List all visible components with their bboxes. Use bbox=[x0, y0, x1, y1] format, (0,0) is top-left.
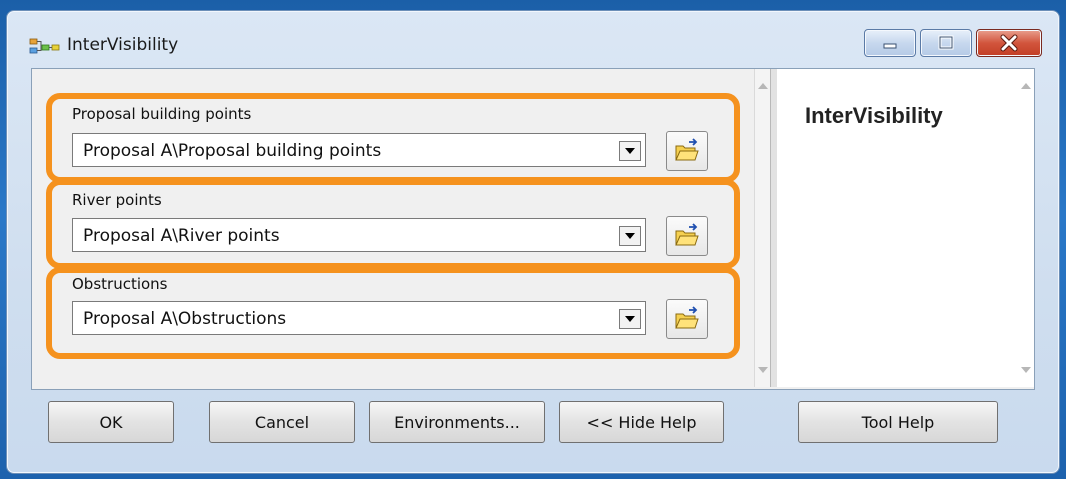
close-button[interactable] bbox=[976, 29, 1042, 57]
minimize-button[interactable] bbox=[864, 29, 916, 57]
river-points-browse-button[interactable] bbox=[666, 216, 708, 256]
cancel-button[interactable]: Cancel bbox=[209, 401, 355, 443]
scroll-down-icon[interactable] bbox=[758, 367, 768, 373]
help-scrollbar[interactable] bbox=[1018, 69, 1034, 387]
obstructions-browse-button[interactable] bbox=[666, 299, 708, 339]
chevron-down-icon bbox=[625, 233, 635, 239]
help-pane: InterVisibility bbox=[777, 69, 1034, 387]
scroll-up-icon[interactable] bbox=[758, 83, 768, 89]
minimize-icon bbox=[883, 43, 897, 49]
dialog-window: InterVisibility Proposal building points… bbox=[6, 10, 1060, 474]
title-bar[interactable]: InterVisibility bbox=[7, 11, 1059, 67]
obstructions-dropdown[interactable]: Proposal A\Obstructions bbox=[72, 301, 646, 335]
building-points-browse-button[interactable] bbox=[666, 131, 708, 171]
param-label-building-points: Proposal building points bbox=[72, 105, 252, 123]
chevron-down-icon bbox=[625, 316, 635, 322]
close-icon bbox=[1000, 34, 1018, 52]
obstructions-dropdown-button[interactable] bbox=[619, 309, 641, 329]
maximize-icon bbox=[938, 35, 954, 50]
open-folder-icon bbox=[675, 306, 699, 329]
building-points-value: Proposal A\Proposal building points bbox=[83, 141, 382, 161]
tool-help-button[interactable]: Tool Help bbox=[798, 401, 998, 443]
scroll-up-icon[interactable] bbox=[1021, 83, 1031, 89]
open-folder-icon bbox=[675, 223, 699, 246]
param-label-river-points: River points bbox=[72, 191, 162, 209]
param-label-obstructions: Obstructions bbox=[72, 275, 168, 293]
parameters-scrollbar[interactable] bbox=[754, 69, 771, 387]
obstructions-value: Proposal A\Obstructions bbox=[83, 309, 287, 329]
ok-button[interactable]: OK bbox=[48, 401, 174, 443]
building-points-dropdown[interactable]: Proposal A\Proposal building points bbox=[72, 133, 646, 167]
dialog-client: Proposal building points Proposal A\Prop… bbox=[31, 68, 1035, 390]
model-tool-icon bbox=[29, 38, 60, 54]
environments-button[interactable]: Environments... bbox=[369, 401, 545, 443]
river-points-dropdown[interactable]: Proposal A\River points bbox=[72, 218, 646, 252]
scroll-down-icon[interactable] bbox=[1021, 367, 1031, 373]
window-title: InterVisibility bbox=[67, 35, 179, 55]
maximize-button[interactable] bbox=[920, 29, 972, 57]
river-points-dropdown-button[interactable] bbox=[619, 226, 641, 246]
chevron-down-icon bbox=[625, 148, 635, 154]
open-folder-icon bbox=[675, 138, 699, 161]
help-title: InterVisibility bbox=[805, 103, 943, 128]
hide-help-button[interactable]: << Hide Help bbox=[559, 401, 724, 443]
river-points-value: Proposal A\River points bbox=[83, 226, 280, 246]
building-points-dropdown-button[interactable] bbox=[619, 141, 641, 161]
parameters-pane: Proposal building points Proposal A\Prop… bbox=[32, 69, 771, 387]
